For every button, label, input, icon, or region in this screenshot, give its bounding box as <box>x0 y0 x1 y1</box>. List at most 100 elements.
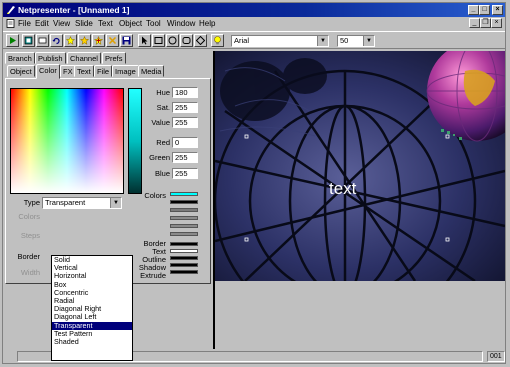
colors-label: Colors <box>144 191 166 200</box>
bulb-button[interactable] <box>211 34 224 47</box>
hue-label: Hue <box>156 88 170 97</box>
border-color-swatch[interactable] <box>170 242 198 246</box>
outline-color-swatch[interactable] <box>170 256 198 260</box>
font-size-select[interactable]: 50 ▼ <box>337 35 375 47</box>
shadow-color-swatch[interactable] <box>170 263 198 267</box>
blue-input[interactable]: 255 <box>172 168 198 179</box>
tab-text[interactable]: Text <box>74 65 94 77</box>
play-icon <box>10 37 16 44</box>
menu-help[interactable]: Help <box>199 19 215 29</box>
saturation-input[interactable]: 255 <box>172 102 198 113</box>
plus-star-icon <box>94 36 103 45</box>
mdi-minimize-button[interactable]: _ <box>469 18 480 28</box>
menu-view[interactable]: View <box>53 19 70 29</box>
color-swatch[interactable] <box>170 208 198 212</box>
properties-panel: Branch Publish Channel Prefs Object Colo… <box>5 51 213 361</box>
rectangle-tool-button[interactable] <box>152 34 165 47</box>
gradient-colors-label: Colors <box>18 212 40 221</box>
type-label: Type <box>23 198 40 207</box>
menu-tool[interactable]: Tool <box>146 19 161 29</box>
loop-button[interactable] <box>50 34 63 47</box>
star-icon <box>66 36 75 45</box>
width-label: Width <box>20 268 40 277</box>
menu-slide[interactable]: Slide <box>75 19 93 29</box>
color-spectrum-picker[interactable] <box>10 88 124 194</box>
menu-edit[interactable]: Edit <box>35 19 49 29</box>
extrude-color-swatch[interactable] <box>170 270 198 274</box>
maximize-button[interactable]: □ <box>479 5 490 15</box>
saturation-label: Sat. <box>156 103 170 112</box>
cross-icon <box>108 36 117 45</box>
ellipse-tool-button[interactable] <box>166 34 179 47</box>
menu-object[interactable]: Object <box>119 19 142 29</box>
value-input[interactable]: 255 <box>172 117 198 128</box>
menu-bar: File Edit View Slide Text Object Tool Wi… <box>3 17 505 30</box>
tab-channel[interactable]: Channel <box>67 52 101 64</box>
frame-button[interactable] <box>36 34 49 47</box>
steps-label: Steps <box>20 231 40 240</box>
tab-media[interactable]: Media <box>138 65 165 77</box>
tab-file[interactable]: File <box>94 65 113 77</box>
window-title: Netpresenter - [Unnamed 1] <box>18 5 130 15</box>
color-swatch[interactable] <box>170 232 198 236</box>
green-label: Green <box>149 153 170 162</box>
red-input[interactable]: 0 <box>172 137 198 148</box>
diamond-icon <box>196 36 205 45</box>
mdi-close-button[interactable]: × <box>491 18 502 28</box>
list-item[interactable]: Shaded <box>52 337 132 346</box>
color-swatch[interactable] <box>170 200 198 204</box>
play-button[interactable] <box>6 34 19 47</box>
slide-view-button[interactable] <box>22 34 35 47</box>
blue-label: Blue <box>154 169 170 178</box>
tab-object[interactable]: Object <box>7 65 35 77</box>
font-size-value: 50 <box>340 36 349 45</box>
color-swatch[interactable] <box>170 224 198 228</box>
rounded-rect-icon <box>182 37 191 44</box>
type-dropdown-list[interactable]: Solid Vertical Horizontal Box Concentric… <box>51 255 133 361</box>
color-swatch[interactable] <box>170 216 198 220</box>
slide-background-image <box>215 51 505 281</box>
hue-input[interactable]: 180 <box>172 87 198 98</box>
mdi-restore-button[interactable]: ❐ <box>480 18 491 28</box>
slide-canvas[interactable]: text <box>215 51 505 281</box>
pointer-icon <box>142 36 148 45</box>
green-input[interactable]: 255 <box>172 152 198 163</box>
document-icon <box>6 19 15 28</box>
loop-icon <box>52 37 60 45</box>
text-color-swatch[interactable] <box>170 249 198 253</box>
tab-prefs[interactable]: Prefs <box>102 52 126 64</box>
value-label: Value <box>151 118 170 127</box>
color-tab-content: Hue 180 Sat. 255 Value 255 Red 0 Green 2… <box>5 78 211 284</box>
tab-color[interactable]: Color <box>36 64 60 79</box>
font-select[interactable]: Arial ▼ <box>231 35 329 47</box>
rectangle-icon <box>154 37 163 44</box>
close-button[interactable]: × <box>492 5 503 15</box>
star-alt-icon <box>80 36 89 45</box>
font-select-value: Arial <box>234 36 250 45</box>
frame-icon <box>38 37 47 44</box>
cross-button[interactable] <box>106 34 119 47</box>
toolbar: Arial ▼ 50 ▼ <box>3 31 505 49</box>
rounded-rect-tool-button[interactable] <box>180 34 193 47</box>
plus-star-button[interactable] <box>92 34 105 47</box>
diamond-tool-button[interactable] <box>194 34 207 47</box>
tab-publish[interactable]: Publish <box>35 52 66 64</box>
bulb-icon <box>214 36 221 45</box>
minimize-button[interactable]: _ <box>468 5 479 15</box>
app-icon <box>7 6 15 14</box>
menu-file[interactable]: File <box>18 19 31 29</box>
menu-window[interactable]: Window <box>167 19 195 29</box>
star-alt-button[interactable] <box>78 34 91 47</box>
star-button[interactable] <box>64 34 77 47</box>
slide-text-object[interactable]: text <box>329 179 356 199</box>
chevron-down-icon: ▼ <box>110 198 121 208</box>
red-label: Red <box>156 138 170 147</box>
chevron-down-icon: ▼ <box>363 36 374 46</box>
tab-branch[interactable]: Branch <box>5 52 35 64</box>
color-swatch-accent[interactable] <box>170 192 198 196</box>
menu-text[interactable]: Text <box>98 19 113 29</box>
type-select[interactable]: Transparent ▼ <box>42 197 122 209</box>
tab-image[interactable]: Image <box>112 65 139 77</box>
pointer-button[interactable] <box>138 34 151 47</box>
save-button[interactable] <box>120 34 133 47</box>
